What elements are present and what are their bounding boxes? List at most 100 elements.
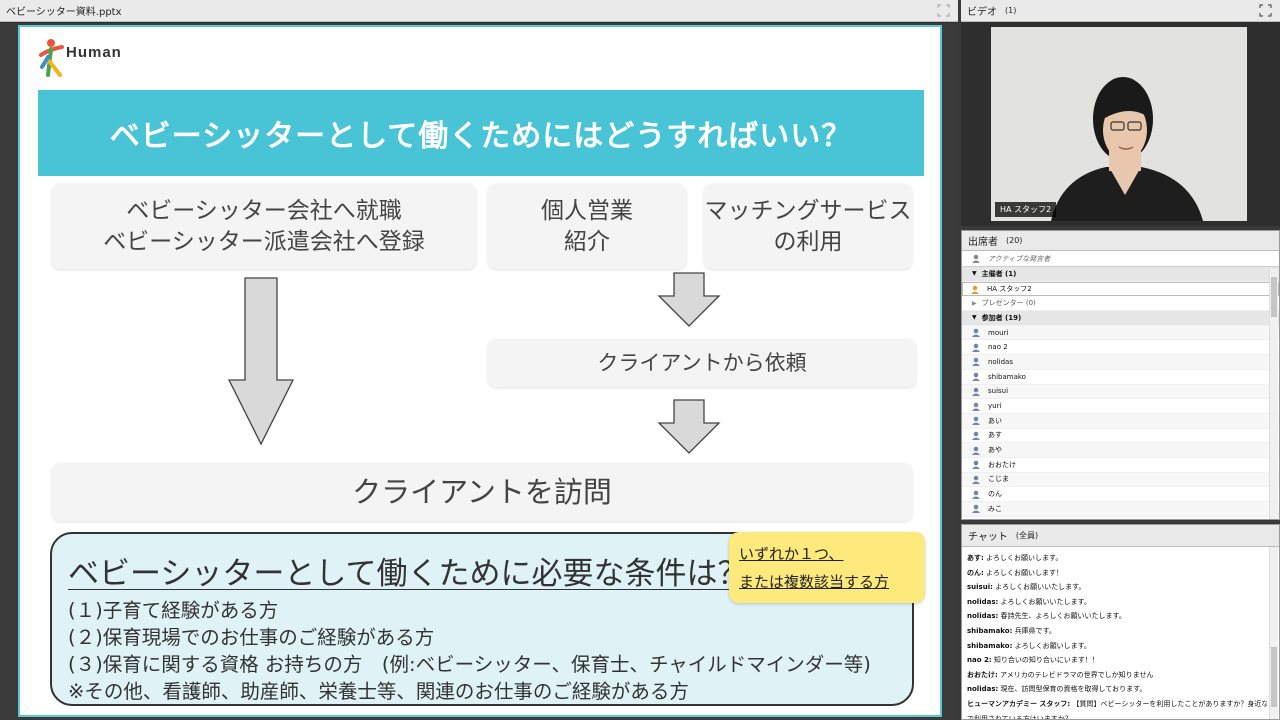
attendee-name: のん — [988, 490, 1002, 499]
box3-line1: マッチングサービス — [704, 197, 912, 224]
attendee-row[interactable]: あや — [962, 443, 1279, 458]
attendee-name: suisui — [988, 387, 1009, 396]
box2-line2: 紹介 — [564, 228, 610, 255]
client-request-box: クライアントから依頼 — [488, 339, 916, 387]
presenter-video-icon — [991, 27, 1247, 221]
attendee-scrollbar[interactable] — [1269, 269, 1278, 519]
chat-message: nolidas: 現在、訪問型保育の資格を取得しております。 — [967, 682, 1262, 697]
note-line-1: いずれか１つ、 — [739, 545, 844, 563]
down-arrow-icon — [657, 272, 721, 327]
chat-text: よろしくお願いします！ — [983, 568, 1064, 577]
host-icon — [971, 285, 979, 294]
webcam-video[interactable]: HA スタッフ2 — [991, 27, 1247, 221]
box3-line2: の利用 — [773, 228, 843, 255]
option-matching-box: マッチングサービス の利用 — [704, 184, 912, 269]
condition-line-3: (３)保育に関する資格 お持ちの方 (例:ベビーシッター、保育士、チャイルドマイ… — [68, 653, 871, 676]
host-name: HA スタッフ2 — [987, 285, 1032, 294]
attendee-row[interactable]: shibamako — [962, 370, 1279, 385]
attendee-row[interactable]: こじま — [962, 472, 1279, 488]
attendee-row[interactable]: おおたけ — [962, 458, 1279, 473]
note-line-2: または複数該当する方 — [739, 573, 890, 591]
chat-scope: (全員) — [1015, 531, 1039, 540]
share-pod: ベビーシッター資料.pptx Human ベビーシッターとして働くためにはどうす… — [0, 0, 958, 720]
share-pod-title: ベビーシッター資料.pptx — [6, 7, 122, 18]
chat-message: おおたけ: アメリカのテレビドラマの世界でしか知りません — [967, 668, 1262, 683]
chat-sender: suisui: — [967, 583, 993, 592]
chat-text: 春詩先生、よろしくお願いいたします。 — [998, 612, 1126, 621]
share-content-area: Human ベビーシッターとして働くためにはどうすればいい？ ベビーシッター会社… — [0, 23, 958, 720]
video-pod-titlebar: ビデオ (1) — [961, 0, 1280, 22]
scrollbar-thumb[interactable] — [1271, 647, 1277, 707]
chat-message-list: あす: よろしくお願いします。 のん: よろしくお願いします！ suisui: よろ… — [962, 547, 1267, 719]
hosts-header[interactable]: ▼ 主催者 (1) — [962, 267, 1279, 282]
chat-sender: nao 2: — [967, 656, 992, 665]
chat-sender: nolidas: — [967, 597, 999, 606]
condition-line-4: ※その他、看護師、助産師、栄養士等、関連のお仕事のご経験がある方 — [68, 680, 689, 703]
attendee-row[interactable]: mouri — [962, 325, 1279, 341]
scrollbar-thumb[interactable] — [1271, 277, 1277, 317]
attendee-name: shibamako — [988, 372, 1026, 381]
attendee-name: みこ — [988, 504, 1002, 513]
attendee-name: あす — [988, 431, 1002, 440]
attendee-row[interactable]: nao 2 — [962, 340, 1279, 356]
attendee-row[interactable]: あい — [962, 413, 1279, 429]
chat-message: で利用されている方はいますか？ — [967, 712, 1262, 719]
chat-scrollbar[interactable] — [1269, 547, 1278, 719]
slide-title: ベビーシッターとして働くためにはどうすればいい？ — [38, 90, 924, 176]
chat-message: nolidas: よろしくお願いいたします。 — [967, 595, 1262, 610]
attendee-name: あや — [988, 446, 1002, 455]
attendee-row[interactable]: suisui — [962, 384, 1279, 400]
chat-text: よろしくお願いいたします。 — [992, 583, 1086, 592]
condition-line-1: (１)子育て経験がある方 — [68, 599, 279, 622]
chat-title: チャット — [968, 532, 1008, 543]
user-icon — [972, 328, 980, 338]
box1-line1: ベビーシッター会社へ就職 — [126, 197, 402, 224]
attendee-name: こじま — [988, 475, 1009, 484]
chat-text: よろしくお願いします。 — [983, 554, 1063, 562]
attendees-title: 出席者 — [968, 237, 998, 248]
user-icon — [972, 446, 980, 455]
chat-text: 現在、訪問型保育の資格を取得しております。 — [998, 685, 1147, 694]
chat-message: shibamako: 兵庫県です。 — [967, 624, 1262, 639]
attendee-name: yuri — [988, 402, 1002, 411]
attendee-row[interactable]: のん — [962, 487, 1279, 502]
presentation-slide: Human ベビーシッターとして働くためにはどうすればいい？ ベビーシッター会社… — [18, 25, 942, 717]
user-icon — [972, 343, 980, 352]
option-employment-box: ベビーシッター会社へ就職 ベビーシッター派遣会社へ登録 — [52, 184, 476, 269]
participants-header[interactable]: ▼ 参加者 (19) — [962, 311, 1279, 326]
chat-sender: nolidas: — [967, 612, 999, 621]
host-row[interactable]: HA スタッフ2 — [962, 281, 1279, 297]
video-pod: ビデオ (1) HA スタッフ2 — [961, 0, 1280, 226]
down-arrow-large-icon — [227, 277, 295, 446]
chat-message: のん: よろしくお願いします！ — [967, 566, 1262, 581]
chat-pod: チャット (全員) あす: よろしくお願いします。 のん: よろしくお願いします！… — [961, 524, 1280, 720]
attendee-name: あい — [988, 416, 1002, 425]
sticky-note: いずれか１つ、 または複数該当する方 — [729, 532, 925, 603]
user-icon — [972, 402, 980, 411]
chat-text: よろしくお願いします。 — [1012, 641, 1091, 650]
chat-sender: おおたけ: — [967, 670, 998, 679]
participants-header-label: 参加者 (19) — [981, 313, 1022, 322]
chat-message: あす: よろしくお願いします。 — [967, 551, 1262, 566]
chat-sender: ヒューマンアカデミー スタッフ: — [967, 699, 1071, 708]
condition-line-2: (２)保育現場でのお仕事のご経験がある方 — [68, 626, 435, 649]
chat-text: で利用されている方はいますか？ — [967, 714, 1072, 719]
fullscreen-icon[interactable] — [1259, 4, 1272, 17]
user-icon — [972, 490, 980, 499]
attendee-row[interactable]: yuri — [962, 399, 1279, 414]
fullscreen-icon[interactable] — [937, 4, 950, 17]
user-icon — [972, 460, 980, 470]
attendees-titlebar: 出席者 (20) — [962, 231, 1279, 251]
active-speakers-label: アクティブな発言者 — [988, 254, 1051, 263]
chat-message: nao 2: 知り合いの知り合いにいます！！ — [967, 653, 1262, 668]
attendee-row[interactable]: あす — [962, 429, 1279, 444]
attendee-row[interactable]: みこ — [962, 502, 1279, 517]
attendee-row[interactable]: nolidas — [962, 355, 1279, 370]
expand-down-icon: ▼ — [972, 270, 977, 278]
active-speakers-row: アクティブな発言者 — [962, 251, 1279, 267]
presenters-header[interactable]: ▶ プレゼンター (0) — [962, 296, 1279, 312]
chat-message: suisui: よろしくお願いいたします。 — [967, 580, 1262, 595]
user-icon — [972, 504, 980, 514]
chat-text: 知り合いの知り合いにいます！！ — [991, 656, 1099, 665]
share-pod-titlebar: ベビーシッター資料.pptx — [0, 0, 958, 22]
